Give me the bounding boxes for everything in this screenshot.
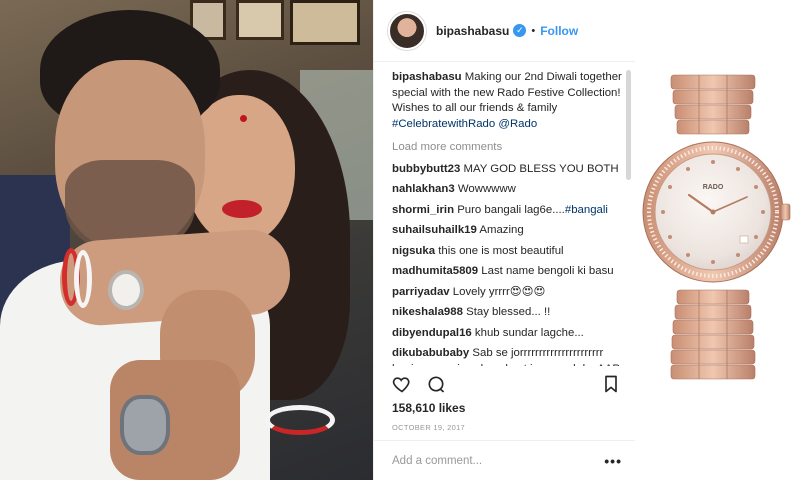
comment-text: Lovely yrrrr😍😍😍 xyxy=(449,285,546,298)
action-bar xyxy=(392,372,621,396)
avatar[interactable] xyxy=(388,11,426,50)
watch-product-panel: RADO xyxy=(635,0,800,480)
comment-row: nigsuka this one is most beautiful xyxy=(392,244,622,260)
comment-username[interactable]: madhumita5809 xyxy=(392,265,478,277)
caption-hashtag[interactable]: #CelebratewithRado xyxy=(392,118,495,130)
comment-row: dibyendupal16 khub sundar lagche... xyxy=(392,326,622,342)
add-comment-bar: ••• xyxy=(374,440,636,480)
comment-text: this one is most beautiful xyxy=(435,244,564,257)
post-photo[interactable] xyxy=(0,0,373,480)
rado-watch-image: RADO xyxy=(642,74,791,380)
comment-username[interactable]: suhailsuhailk19 xyxy=(392,224,477,236)
load-more-comments-link[interactable]: Load more comments xyxy=(392,140,622,156)
man-watch xyxy=(120,395,170,455)
instagram-post-panel: bipashabasu ✓ • Follow bipashabasu Makin… xyxy=(373,0,636,480)
caption-mention[interactable]: @Rado xyxy=(495,118,537,130)
comment-row: madhumita5809 Last name bengoli ki basu xyxy=(392,264,622,280)
date-window xyxy=(739,235,749,244)
comment-text: khub sundar lagche... xyxy=(471,326,584,339)
verified-badge-icon: ✓ xyxy=(513,24,527,37)
comment-text: Amazing xyxy=(476,224,524,236)
comment-text: Stay blessed... !! xyxy=(462,306,551,318)
comment-hashtag[interactable]: #bangali xyxy=(565,204,608,216)
comment-row: parriyadav Lovely yrrrr😍😍😍 xyxy=(392,285,622,301)
comment-row: dikubabubaby Sab se jorrrrrrrrrrrrrrrrrr… xyxy=(392,346,622,366)
follow-button[interactable]: Follow xyxy=(540,24,578,38)
lower-bracelet xyxy=(670,289,756,380)
comment-username[interactable]: dibyendupal16 xyxy=(392,327,472,339)
wall-frame xyxy=(236,0,284,40)
woman-bangles xyxy=(265,405,335,435)
comments-list[interactable]: bipashabasu Making our 2nd Diwali togeth… xyxy=(374,66,636,366)
separator-dot: • xyxy=(531,24,536,37)
woman-watch xyxy=(108,270,144,310)
likes-count[interactable]: 158,610 likes xyxy=(392,401,465,415)
caption: bipashabasu Making our 2nd Diwali togeth… xyxy=(392,70,622,132)
crown xyxy=(780,203,791,221)
more-options-icon[interactable]: ••• xyxy=(604,453,622,469)
comment-text: MAY GOD BLESS YOU BOTH xyxy=(460,162,619,175)
upper-bracelet xyxy=(670,74,756,135)
comment-row: bubbybutt23 MAY GOD BLESS YOU BOTH xyxy=(392,162,622,178)
bindi xyxy=(240,115,247,122)
comment-icon[interactable] xyxy=(426,374,446,394)
post-date: OCTOBER 19, 2017 xyxy=(392,423,466,432)
comment-text: Puro bangali lag6e.... xyxy=(454,203,565,216)
heart-icon[interactable] xyxy=(392,374,412,394)
comments-scrollbar[interactable] xyxy=(626,70,631,180)
comment-username[interactable]: bubbybutt23 xyxy=(392,163,460,175)
comment-row: shormi_irin Puro bangali lag6e....#banga… xyxy=(392,203,622,219)
comment-username[interactable]: dikubabubaby xyxy=(392,347,469,359)
comment-username[interactable]: shormi_irin xyxy=(392,204,454,216)
comment-row: suhailsuhailk19 Amazing xyxy=(392,223,622,239)
caption-username[interactable]: bipashabasu xyxy=(392,71,462,83)
wall-frame xyxy=(290,0,360,45)
comment-username[interactable]: nigsuka xyxy=(392,245,435,257)
comment-username[interactable]: parriyadav xyxy=(392,286,450,298)
post-header: bipashabasu ✓ • Follow xyxy=(374,0,635,62)
comment-row: nahlakhan3 Wowwwww xyxy=(392,182,622,198)
comment-text: Last name bengoli ki basu xyxy=(478,265,614,277)
comment-username[interactable]: nahlakhan3 xyxy=(392,183,455,195)
add-comment-input[interactable] xyxy=(392,454,605,467)
woman-lips xyxy=(222,200,262,218)
comment-text: Wowwwww xyxy=(454,183,516,195)
comment-row: nikeshala988 Stay blessed... !! xyxy=(392,305,622,321)
comment-username[interactable]: nikeshala988 xyxy=(392,306,463,318)
watch-brand: RADO xyxy=(703,184,724,191)
bookmark-icon[interactable] xyxy=(601,374,621,394)
header-username[interactable]: bipashabasu xyxy=(436,24,509,38)
white-bangle xyxy=(74,250,92,308)
